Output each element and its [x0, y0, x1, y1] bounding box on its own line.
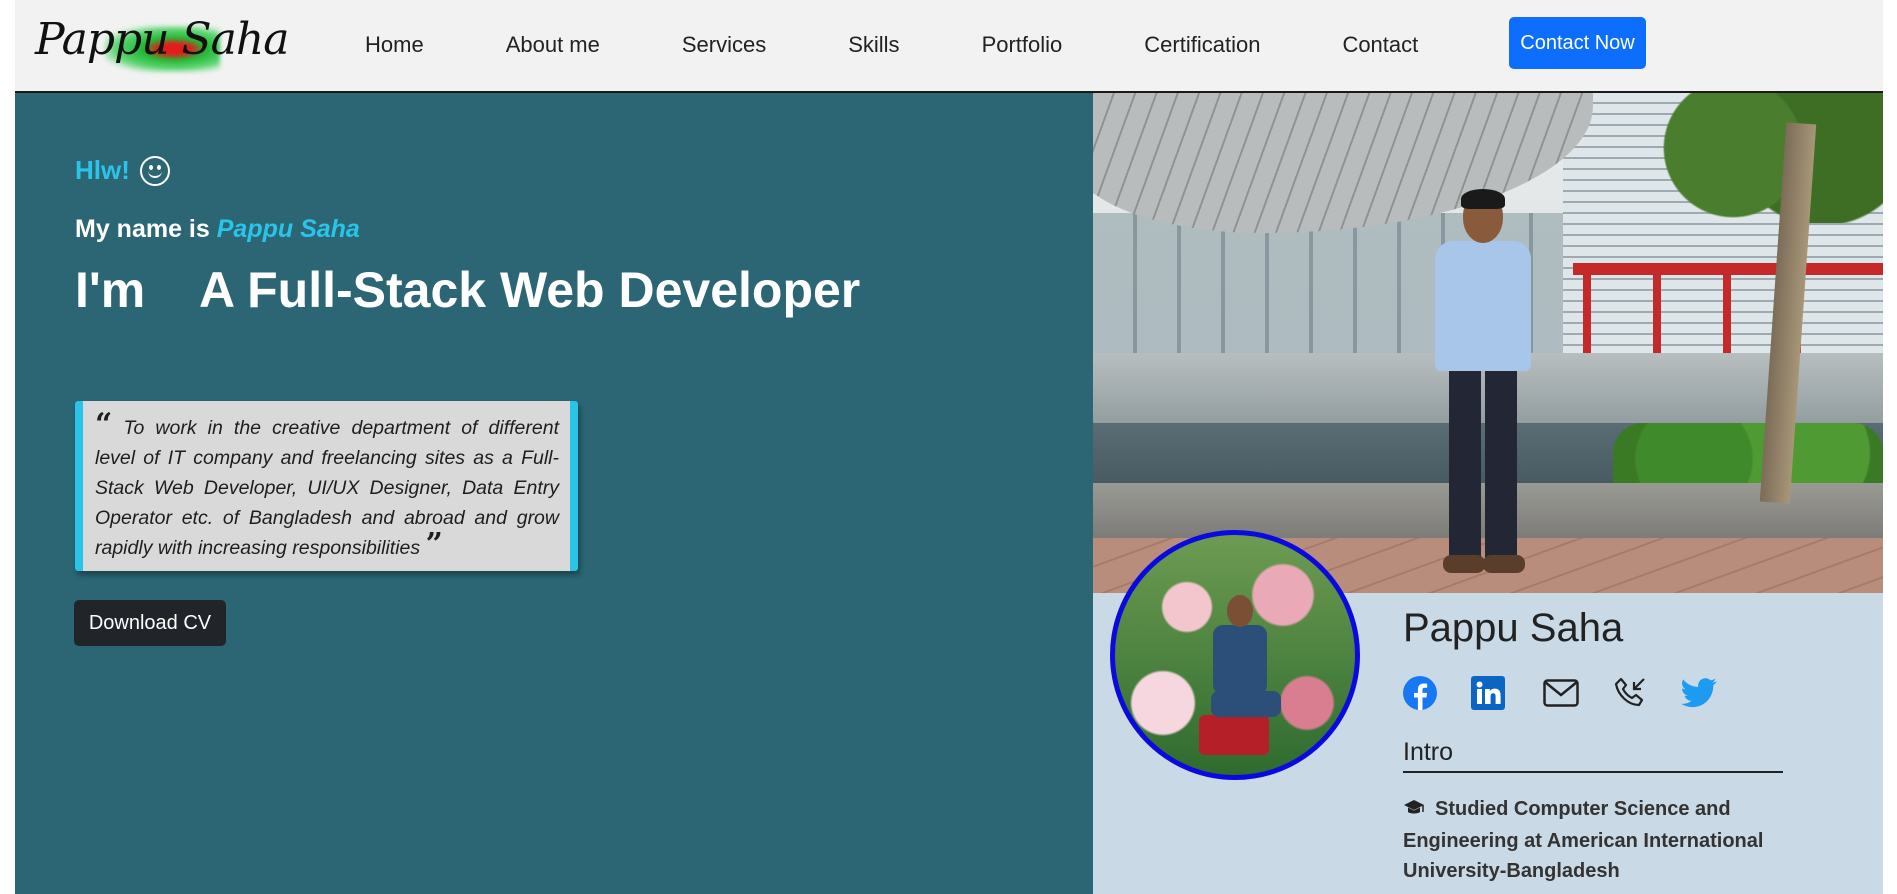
name-line: My name is Pappu Saha [75, 215, 360, 244]
social-links [1403, 675, 1751, 711]
role-prefix: I'm [75, 262, 146, 318]
nav-link-about[interactable]: About me [506, 32, 600, 58]
intro-education: Studied Computer Science and Engineering… [1403, 794, 1803, 886]
linkedin-icon[interactable] [1471, 676, 1505, 710]
close-quote-icon: ” [425, 527, 443, 562]
hero-section: Hlw! My name is Pappu Saha I'm A Full-St… [15, 93, 1093, 894]
role-heading: I'm A Full-Stack Web Developer [75, 261, 860, 319]
download-cv-button[interactable]: Download CV [74, 600, 226, 646]
open-quote-icon: “ [95, 407, 113, 442]
mail-icon[interactable] [1543, 679, 1579, 707]
contact-now-button[interactable]: Contact Now [1509, 17, 1646, 69]
logo-text: Pappu Saha [35, 14, 289, 65]
quote-text-wrapper: “ To work in the creative department of … [95, 410, 559, 563]
navbar: Pappu Saha Home About me Services Skills… [15, 0, 1883, 93]
twitter-icon[interactable] [1681, 678, 1717, 708]
quote-text: To work in the creative department of di… [95, 417, 559, 559]
phone-icon[interactable] [1613, 676, 1647, 710]
intro-heading: Intro [1403, 738, 1783, 773]
greeting-text: Hlw! [75, 155, 130, 185]
intro-text: Studied Computer Science and Engineering… [1403, 798, 1764, 882]
logo[interactable]: Pappu Saha [35, 10, 289, 72]
graduation-cap-icon [1403, 796, 1425, 826]
nav-link-portfolio[interactable]: Portfolio [982, 32, 1063, 58]
hero-photo [1093, 93, 1883, 593]
facebook-icon[interactable] [1403, 676, 1437, 710]
photo-person [1413, 189, 1553, 583]
nav-link-services[interactable]: Services [682, 32, 766, 58]
greeting: Hlw! [75, 155, 170, 186]
role-text: A Full-Stack Web Developer [198, 262, 861, 318]
profile-name: Pappu Saha [1403, 606, 1624, 650]
hero-name: Pappu Saha [216, 215, 360, 243]
objective-quote: “ To work in the creative department of … [75, 401, 578, 571]
nav-link-certification[interactable]: Certification [1144, 32, 1260, 58]
smiley-icon [139, 155, 170, 186]
nav-links: Home About me Services Skills Portfolio … [365, 0, 1500, 89]
avatar [1110, 530, 1360, 780]
nav-link-home[interactable]: Home [365, 32, 424, 58]
name-prefix: My name is [75, 215, 210, 243]
nav-link-contact[interactable]: Contact [1342, 32, 1418, 58]
nav-link-skills[interactable]: Skills [848, 32, 899, 58]
